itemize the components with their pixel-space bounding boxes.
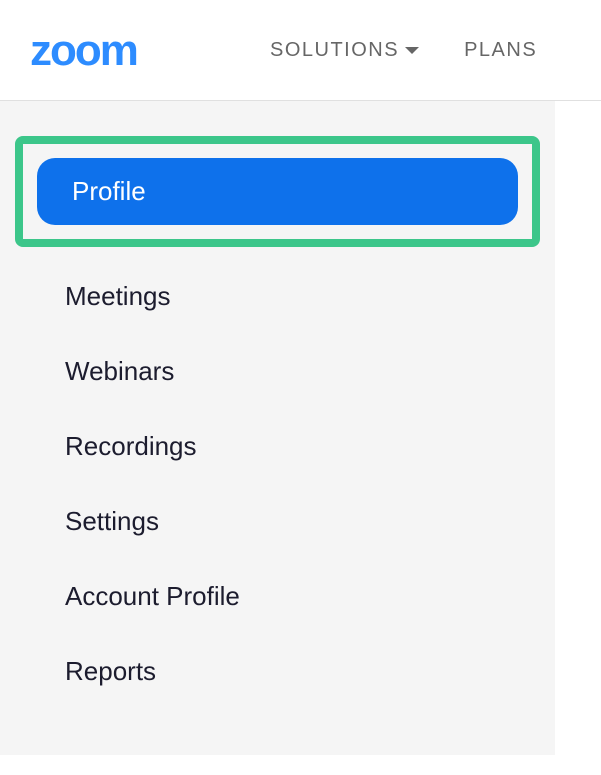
sidebar-item-account-profile[interactable]: Account Profile <box>0 559 555 634</box>
sidebar-item-label: Account Profile <box>65 581 240 611</box>
sidebar-item-reports[interactable]: Reports <box>0 634 555 709</box>
nav-solutions-label: SOLUTIONS <box>270 39 399 62</box>
nav-plans[interactable]: PLANS <box>464 39 537 62</box>
sidebar-item-label: Reports <box>65 656 156 686</box>
sidebar-item-label: Webinars <box>65 356 174 386</box>
svg-text:zoom: zoom <box>30 30 137 70</box>
sidebar-item-webinars[interactable]: Webinars <box>0 334 555 409</box>
top-nav: SOLUTIONS PLANS <box>270 39 537 62</box>
highlight-box: Profile <box>15 136 540 247</box>
sidebar: Profile Meetings Webinars Recordings Set… <box>0 101 555 755</box>
sidebar-item-meetings[interactable]: Meetings <box>0 259 555 334</box>
content-right-edge <box>555 101 601 755</box>
sidebar-item-recordings[interactable]: Recordings <box>0 409 555 484</box>
sidebar-item-label: Meetings <box>65 281 171 311</box>
sidebar-item-label: Recordings <box>65 431 197 461</box>
sidebar-item-label: Settings <box>65 506 159 536</box>
sidebar-item-profile[interactable]: Profile <box>37 158 518 225</box>
nav-plans-label: PLANS <box>464 39 537 62</box>
header: zoom SOLUTIONS PLANS <box>0 0 601 100</box>
sidebar-item-label: Profile <box>72 176 146 206</box>
nav-solutions[interactable]: SOLUTIONS <box>270 39 419 62</box>
sidebar-item-settings[interactable]: Settings <box>0 484 555 559</box>
zoom-logo[interactable]: zoom <box>30 30 210 70</box>
content-area: Profile Meetings Webinars Recordings Set… <box>0 100 601 755</box>
chevron-down-icon <box>405 47 419 54</box>
